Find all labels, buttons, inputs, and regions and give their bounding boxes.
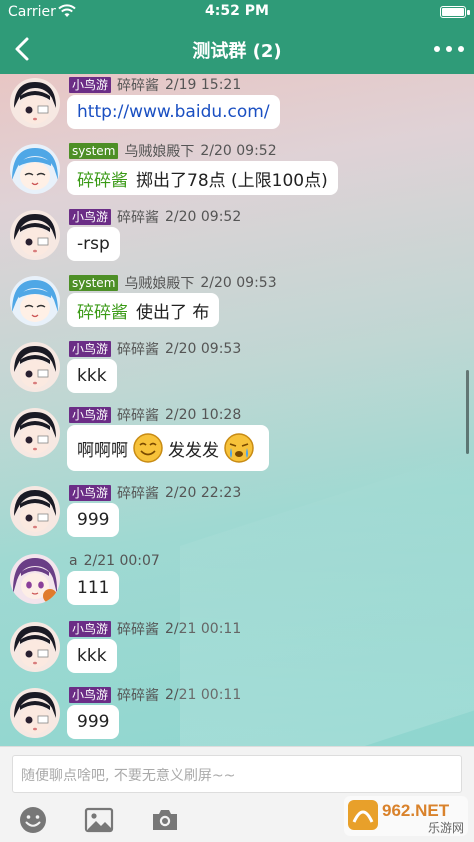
sender-name: 碎碎酱: [117, 78, 160, 94]
camera-icon[interactable]: [150, 805, 180, 835]
system-tag: system: [69, 275, 119, 291]
message-text: kkk: [77, 366, 107, 386]
clock: 4:52 PM: [205, 3, 269, 19]
avatar[interactable]: [10, 622, 60, 672]
message-text: 啊啊啊: [77, 440, 128, 461]
message-meta: 小鸟游 碎碎酱 2/20 09:53: [69, 340, 241, 358]
sender-name: 碎碎酱: [117, 342, 160, 358]
battery-icon: [440, 6, 470, 18]
message-time: 2/21 00:11: [165, 621, 242, 637]
scrollbar[interactable]: [466, 370, 469, 454]
message-input[interactable]: 随便聊点啥吧, 不要无意义刷屏~~: [12, 755, 462, 793]
message-bubble[interactable]: 碎碎酱 掷出了78点 (上限100点): [67, 161, 338, 195]
message-meta: 小鸟游 碎碎酱 2/21 00:11: [69, 620, 241, 638]
watermark-subtext: 乐游网: [428, 821, 464, 835]
message-bubble[interactable]: kkk: [67, 639, 117, 673]
more-dots-icon[interactable]: [434, 38, 464, 60]
message-meta: 小鸟游 碎碎酱 2/19 15:21: [69, 76, 241, 94]
message-time: 2/20 10:28: [165, 407, 242, 423]
sender-name: 碎碎酱: [117, 622, 160, 638]
message-bubble[interactable]: kkk: [67, 359, 117, 393]
message-meta: system 乌贼娘殿下 2/20 09:52: [69, 142, 277, 160]
sender-name: 乌贼娘殿下: [124, 144, 195, 160]
user-tag: 小鸟游: [69, 687, 112, 703]
sender-name: 碎碎酱: [117, 408, 160, 424]
message-text: 使出了 布: [136, 302, 210, 323]
sender-name: 碎碎酱: [117, 688, 160, 704]
user-tag: 小鸟游: [69, 621, 112, 637]
user-tag: 小鸟游: [69, 341, 112, 357]
site-watermark-logo: 962.NET 乐游网: [344, 796, 468, 836]
message-meta: system 乌贼娘殿下 2/20 09:53: [69, 274, 277, 292]
image-icon[interactable]: [84, 805, 114, 835]
message-bubble[interactable]: 999: [67, 705, 120, 739]
message-time: 2/21 00:07: [83, 553, 160, 569]
message-text: -rsp: [77, 234, 110, 254]
avatar[interactable]: [10, 408, 60, 458]
message-bubble[interactable]: -rsp: [67, 227, 120, 261]
crying-emoji-icon: [224, 433, 254, 463]
page-title: 测试群 (2): [192, 41, 282, 62]
message-time: 2/20 09:53: [200, 275, 277, 291]
message-meta: 小鸟游 碎碎酱 2/20 22:23: [69, 484, 241, 502]
avatar[interactable]: [10, 554, 60, 604]
avatar[interactable]: [10, 78, 60, 128]
message-meta: a 2/21 00:07: [69, 552, 160, 570]
sender-name: 碎碎酱: [117, 210, 160, 226]
mentioned-user: 碎碎酱: [77, 302, 128, 323]
message-bubble[interactable]: 999: [67, 503, 120, 537]
watermark-text: 962.NET: [382, 801, 450, 820]
message-time: 2/20 09:52: [165, 209, 242, 225]
message-text: 999: [77, 510, 110, 530]
system-tag: system: [69, 143, 119, 159]
user-tag: 小鸟游: [69, 209, 112, 225]
message-time: 2/19 15:21: [165, 77, 242, 93]
sender-name: 乌贼娘殿下: [124, 276, 195, 292]
avatar[interactable]: [10, 342, 60, 392]
message-bubble[interactable]: http://www.baidu.com/: [67, 95, 280, 129]
message-text: 111: [77, 578, 110, 598]
sender-name: a: [69, 553, 78, 569]
user-tag: 小鸟游: [69, 485, 112, 501]
user-tag: 小鸟游: [69, 77, 112, 93]
message-meta: 小鸟游 碎碎酱 2/20 09:52: [69, 208, 241, 226]
avatar[interactable]: [10, 144, 60, 194]
message-bubble[interactable]: 111: [67, 571, 120, 605]
smile-emoji-icon: [133, 433, 163, 463]
chat-list[interactable]: 小鸟游 碎碎酱 2/19 15:21 http://www.baidu.com/…: [0, 74, 474, 746]
message-bubble[interactable]: 啊啊啊 发发发: [67, 425, 269, 471]
message-text: 掷出了78点 (上限100点): [136, 170, 328, 191]
avatar[interactable]: [10, 210, 60, 260]
avatar[interactable]: [10, 688, 60, 738]
message-time: 2/20 09:53: [165, 341, 242, 357]
status-bar: Carrier 4:52 PM: [0, 0, 474, 24]
message-text: 发发发: [168, 440, 219, 461]
message-link[interactable]: http://www.baidu.com/: [77, 102, 270, 122]
message-time: 2/20 09:52: [200, 143, 277, 159]
message-time: 2/21 00:11: [165, 687, 242, 703]
avatar[interactable]: [10, 276, 60, 326]
user-tag: 小鸟游: [69, 407, 112, 423]
message-meta: 小鸟游 碎碎酱 2/20 10:28: [69, 406, 241, 424]
message-meta: 小鸟游 碎碎酱 2/21 00:11: [69, 686, 241, 704]
back-arrow-icon[interactable]: [8, 33, 38, 65]
emoji-icon[interactable]: [18, 805, 48, 835]
avatar[interactable]: [10, 486, 60, 536]
sender-name: 碎碎酱: [117, 486, 160, 502]
nav-bar: 测试群 (2): [0, 24, 474, 74]
mentioned-user: 碎碎酱: [77, 170, 128, 191]
message-text: 999: [77, 712, 110, 732]
message-bubble[interactable]: 碎碎酱 使出了 布: [67, 293, 220, 327]
message-time: 2/20 22:23: [165, 485, 242, 501]
message-text: kkk: [77, 646, 107, 666]
